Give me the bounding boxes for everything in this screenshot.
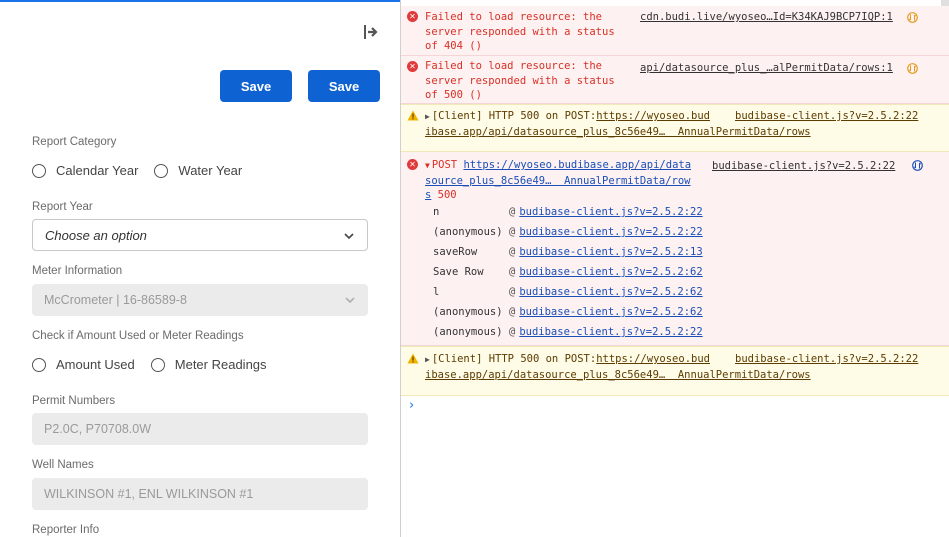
chevron-down-icon bbox=[344, 233, 354, 240]
stack-frame: n @ budibase-client.js?v=2.5.2:22 bbox=[433, 206, 703, 218]
console-entry-warning: ▶ [Client] HTTP 500 on POST:https://wyose… bbox=[401, 104, 949, 152]
request-url-link[interactable]: ibase.app/api/datasource_plus_8c56e49… A… bbox=[425, 126, 811, 138]
stack-source-link[interactable]: budibase-client.js?v=2.5.2:62 bbox=[519, 286, 702, 298]
meter-information-value: McCrometer | 16-86589-8 bbox=[44, 293, 187, 307]
request-url-link[interactable]: ibase.app/api/datasource_plus_8c56e49… A… bbox=[425, 369, 811, 381]
console-source-link[interactable]: budibase-client.js?v=2.5.2:22 bbox=[735, 352, 918, 367]
permit-numbers-label: Permit Numbers bbox=[32, 395, 116, 407]
permit-numbers-field: P2.0C, P70708.0W bbox=[32, 413, 368, 445]
stack-frame: (anonymous) @ budibase-client.js?v=2.5.2:2… bbox=[433, 226, 703, 238]
amount-or-readings-radio-group: Amount Used Meter Readings bbox=[32, 357, 283, 372]
report-category-label: Report Category bbox=[32, 136, 117, 148]
console-message: Failed to load resource: the server resp… bbox=[425, 60, 615, 101]
devtools-console: ✕ Failed to load resource: the server re… bbox=[401, 0, 949, 537]
well-names-label: Well Names bbox=[32, 459, 94, 471]
console-entry-error: ✕ Failed to load resource: the server re… bbox=[401, 6, 949, 56]
radio-circle[interactable] bbox=[32, 357, 46, 372]
meter-information-label: Meter Information bbox=[32, 265, 123, 277]
radio-circle[interactable] bbox=[150, 357, 165, 372]
console-prompt[interactable]: › bbox=[409, 398, 414, 413]
radio-calendar-year-label: Calendar Year bbox=[56, 163, 139, 178]
collapse-triangle-icon[interactable]: ▼ bbox=[425, 159, 430, 174]
radio-amount-used[interactable]: Amount Used bbox=[32, 357, 135, 372]
collapse-panel-icon[interactable] bbox=[362, 22, 382, 42]
save-button-secondary[interactable]: Save bbox=[308, 70, 380, 102]
top-accent-bar bbox=[0, 0, 400, 2]
meter-information-select: McCrometer | 16-86589-8 bbox=[32, 284, 368, 316]
stack-frame: (anonymous) @ budibase-client.js?v=2.5.2:2… bbox=[433, 326, 703, 338]
stack-frame: saveRow @ budibase-client.js?v=2.5.2:13 bbox=[433, 246, 703, 258]
error-icon: ✕ bbox=[407, 61, 418, 72]
request-url-link[interactable]: https://wyoseo.bud bbox=[596, 353, 710, 365]
reporter-info-label: Reporter Info bbox=[32, 524, 100, 536]
console-message: Failed to load resource: the server resp… bbox=[425, 11, 615, 52]
console-entry-warning: ▶ [Client] HTTP 500 on POST:https://wyose… bbox=[401, 346, 949, 396]
radio-circle[interactable] bbox=[32, 163, 46, 178]
stack-frame: l @ budibase-client.js?v=2.5.2:62 bbox=[433, 286, 703, 298]
expand-triangle-icon[interactable]: ▶ bbox=[425, 353, 430, 368]
expand-triangle-icon[interactable]: ▶ bbox=[425, 110, 430, 125]
request-url-link[interactable]: source_plus_8c56e49… AnnualPermitData/ro… bbox=[425, 175, 691, 187]
console-source-link[interactable]: budibase-client.js?v=2.5.2:22 bbox=[735, 109, 918, 124]
stack-source-link[interactable]: budibase-client.js?v=2.5.2:22 bbox=[519, 206, 702, 218]
save-button[interactable]: Save bbox=[220, 70, 292, 102]
stack-source-link[interactable]: budibase-client.js?v=2.5.2:62 bbox=[519, 306, 702, 318]
permit-numbers-value: P2.0C, P70708.0W bbox=[44, 422, 152, 436]
radio-water-year-label: Water Year bbox=[178, 163, 243, 178]
warning-icon bbox=[407, 353, 419, 364]
scrollbar-thumb[interactable] bbox=[941, 0, 949, 6]
radio-amount-used-label: Amount Used bbox=[56, 357, 135, 372]
console-message: ▼ POST https://wyoseo.budibase.app/api/da… bbox=[425, 159, 692, 201]
radio-calendar-year[interactable]: Calendar Year bbox=[32, 163, 138, 178]
report-year-label: Report Year bbox=[32, 201, 93, 213]
network-icon[interactable] bbox=[912, 160, 923, 171]
report-category-radio-group: Calendar Year Water Year bbox=[32, 163, 258, 178]
chevron-down-icon bbox=[345, 297, 355, 304]
form-panel: Save Save Report Category Calendar Year … bbox=[0, 0, 400, 537]
console-source-link[interactable]: budibase-client.js?v=2.5.2:22 bbox=[712, 159, 895, 174]
radio-circle[interactable] bbox=[154, 163, 169, 178]
radio-meter-readings-label: Meter Readings bbox=[174, 357, 267, 372]
request-url-link[interactable]: https://wyoseo.budibase.app/api/data bbox=[463, 159, 691, 171]
stack-frame: (anonymous) @ budibase-client.js?v=2.5.2:6… bbox=[433, 306, 703, 318]
stack-frame: Save Row @ budibase-client.js?v=2.5.2:62 bbox=[433, 266, 703, 278]
error-icon: ✕ bbox=[407, 159, 418, 170]
request-url-link[interactable]: https://wyoseo.bud bbox=[596, 110, 710, 122]
warning-icon bbox=[407, 110, 419, 121]
network-icon[interactable] bbox=[907, 63, 918, 74]
request-url-link[interactable]: s bbox=[425, 189, 431, 201]
stack-source-link[interactable]: budibase-client.js?v=2.5.2:22 bbox=[519, 326, 702, 338]
stack-source-link[interactable]: budibase-client.js?v=2.5.2:13 bbox=[519, 246, 702, 258]
report-year-placeholder: Choose an option bbox=[45, 227, 147, 243]
console-source-link[interactable]: api/datasource_plus_…alPermitData/rows:1 bbox=[640, 61, 893, 76]
well-names-value: WILKINSON #1, ENL WILKINSON #1 bbox=[44, 487, 254, 501]
console-entry-error: ✕ Failed to load resource: the server re… bbox=[401, 56, 949, 104]
stack-source-link[interactable]: budibase-client.js?v=2.5.2:62 bbox=[519, 266, 702, 278]
report-year-select[interactable]: Choose an option bbox=[32, 219, 368, 251]
console-source-link[interactable]: cdn.budi.live/wyoseo…Id=K34KAJ9BCP7IQP:1 bbox=[640, 10, 893, 25]
radio-water-year[interactable]: Water Year bbox=[154, 163, 242, 178]
console-entry-error-expanded: ✕ ▼ POST https://wyoseo.budibase.app/api/… bbox=[401, 152, 949, 346]
radio-meter-readings[interactable]: Meter Readings bbox=[150, 357, 267, 372]
well-names-field: WILKINSON #1, ENL WILKINSON #1 bbox=[32, 478, 368, 510]
stack-source-link[interactable]: budibase-client.js?v=2.5.2:22 bbox=[519, 226, 702, 238]
network-icon[interactable] bbox=[907, 12, 918, 23]
error-icon: ✕ bbox=[407, 11, 418, 22]
amount-or-readings-label: Check if Amount Used or Meter Readings bbox=[32, 330, 244, 342]
